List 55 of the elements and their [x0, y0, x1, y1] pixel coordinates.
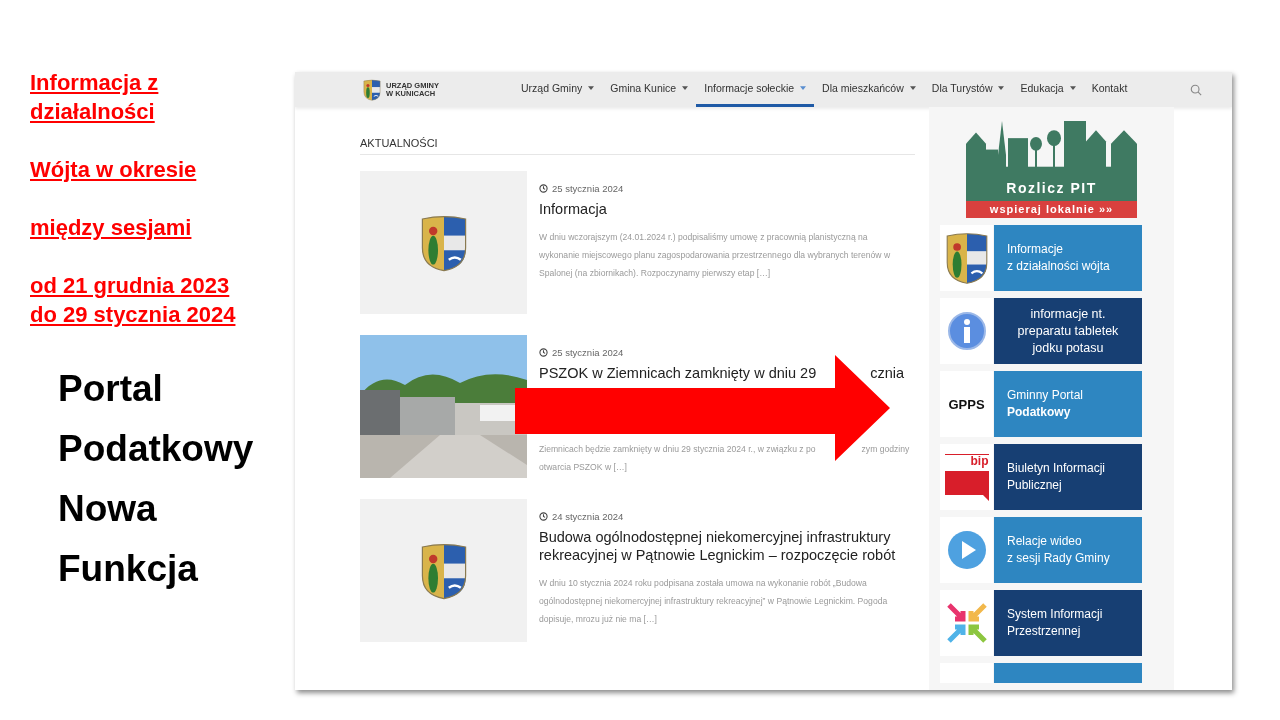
article-excerpt: W dniu wczorajszym (24.01.2024 r.) podpisaliśmy umowę z pracownią planistyczną na [539, 232, 868, 242]
slide-heading: Wójta w okresie [30, 156, 197, 184]
gpps-logo[interactable]: GPPS [948, 396, 985, 412]
article-excerpt: dopisuje, mrozu już nie ma […] [539, 614, 657, 624]
article-excerpt: Spalonej (na zbiornikach). Rozpoczynamy pierwszy etap […] [539, 268, 771, 278]
slide-caption: Portal [58, 367, 163, 411]
nav-menu-item[interactable]: Dla mieszkańców [814, 72, 924, 107]
nav-menu-item[interactable]: Urząd Gminy [513, 72, 603, 107]
crest-logo-icon[interactable] [363, 78, 381, 101]
clock-icon [539, 184, 548, 193]
article-title[interactable]: Budowa ogólnodostępnej niekomercyjnej infrastruktury rekreacyjnej w Pątnowie Legnickim – rozpoczęcie robót [539, 528, 915, 564]
article-excerpt: ogólnodostępnej niekomercyjnej infrastruktury rekreacyjnej” w Pątnowie Legnickim. Pogoda [539, 596, 888, 606]
nav-menu-item[interactable]: Kontakt [1083, 72, 1136, 107]
article-thumbnail[interactable] [360, 499, 527, 642]
nav-menu-item[interactable]: Informacje sołeckie [696, 72, 815, 107]
nav-menu-item[interactable]: Edukacja [1012, 72, 1084, 107]
play-icon[interactable] [946, 530, 987, 570]
banner-title: Rozlicz PIT [1006, 180, 1097, 196]
clock-icon [539, 512, 548, 521]
sidebar-link-tile[interactable]: Biuletyn Informacji Publicznej [994, 444, 1142, 510]
arrows-icon[interactable] [946, 603, 987, 643]
sidebar-link-tile[interactable]: Relacje wideo z sesji Rady Gminy [994, 517, 1142, 583]
slide-caption: Podatkowy [58, 427, 254, 471]
sidebar-link-tile[interactable]: System Informacji Przestrzennej [994, 590, 1142, 656]
article-excerpt: otwarcia PSZOK w […] [539, 462, 627, 472]
slide-heading: Informacja z działalności [30, 69, 159, 126]
nav-menu-item[interactable]: Gmina Kunice [602, 72, 697, 107]
article-excerpt: wykonanie miejscowego planu zagospodarowania przestrzennego dla wybranych terenów w [539, 250, 891, 260]
article-date: 24 stycznia 2024 [552, 511, 624, 522]
sidebar-link-tile[interactable]: Gminny Portal Podatkowy [994, 371, 1142, 437]
flag-icon [944, 470, 989, 501]
sidebar-link-tile[interactable]: informacje nt. preparatu tabletek jodku potasu [994, 298, 1142, 364]
article-excerpt: zym godziny [861, 444, 910, 454]
slide-caption: Nowa [58, 487, 157, 531]
bip-logo-text[interactable]: bip [944, 453, 989, 468]
nav-menu-item[interactable]: Dla Turystów [923, 72, 1013, 107]
article-title[interactable]: cznia [870, 364, 905, 382]
slide-caption: Funkcja [58, 547, 198, 591]
sidebar-link-tile[interactable] [994, 663, 1142, 683]
clock-icon [539, 348, 548, 357]
tax-banner[interactable]: Rozlicz PIT wspieraj lokalnie »» [966, 121, 1137, 218]
info-icon[interactable] [946, 311, 987, 351]
article-thumbnail[interactable] [360, 171, 527, 314]
article-date: 25 stycznia 2024 [552, 347, 624, 358]
article-excerpt: Ziemnicach będzie zamknięty w dniu 29 stycznia 2024 r., w związku z po [539, 444, 816, 454]
article-title[interactable]: PSZOK w Ziemnicach zamknięty w dniu 29 [539, 364, 817, 382]
article-excerpt: W dniu 10 stycznia 2024 roku podpisana została umowa na wykonanie robót „Budowa [539, 578, 867, 588]
sidebar-link-tile[interactable]: Informacje z działalności wójta [994, 225, 1142, 291]
slide-heading: między sesjami [30, 214, 192, 242]
section-title: AKTUALNOŚCI [360, 137, 915, 155]
banner-subtitle: wspieraj lokalnie »» [966, 201, 1137, 218]
article-title[interactable]: Informacja [539, 200, 607, 218]
slide-heading: od 21 grudnia 2023 do 29 stycznia 2024 [30, 272, 236, 329]
search-icon[interactable] [1190, 83, 1203, 96]
article-date: 25 stycznia 2024 [552, 183, 624, 194]
